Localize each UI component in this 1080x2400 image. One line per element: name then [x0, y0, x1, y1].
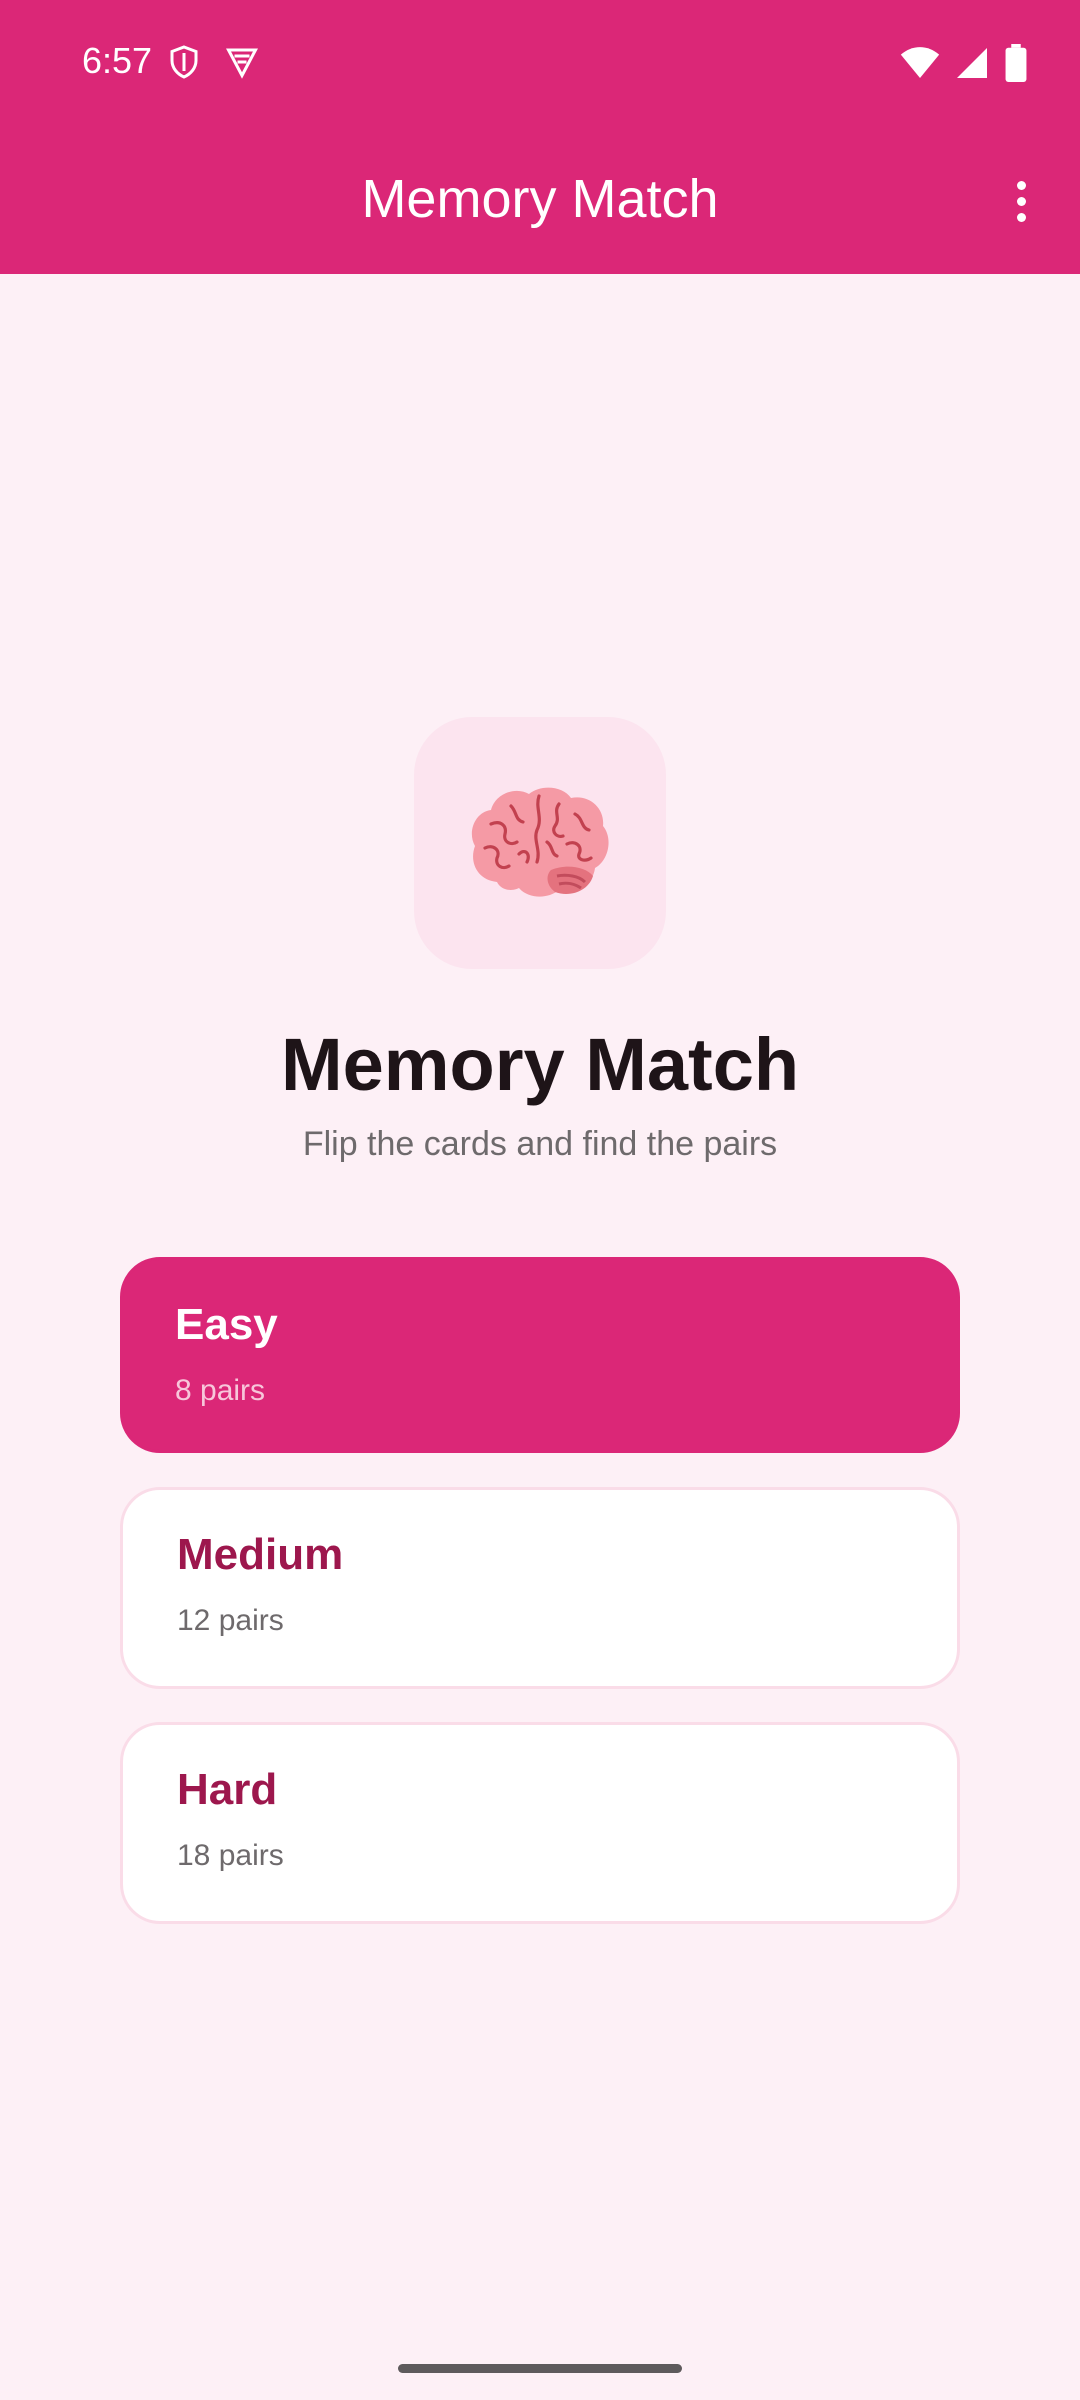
app-bar: Memory Match: [0, 128, 1080, 274]
difficulty-easy-button[interactable]: Easy 8 pairs: [120, 1257, 960, 1453]
difficulty-pairs: 12 pairs: [177, 1604, 284, 1637]
more-vert-icon-dot: [1016, 212, 1026, 222]
battery-icon: [1004, 44, 1028, 87]
hero-title: Memory Match: [280, 1023, 800, 1106]
signal-icon: [954, 45, 990, 86]
difficulty-hard-button[interactable]: Hard 18 pairs: [120, 1722, 960, 1924]
difficulty-label: Hard: [177, 1765, 278, 1814]
difficulty-label: Easy: [175, 1300, 278, 1349]
app-bar-title: Memory Match: [361, 169, 719, 229]
brain-icon: [471, 787, 609, 897]
more-vert-icon-dot: [1016, 196, 1026, 206]
difficulty-pairs: 8 pairs: [175, 1374, 266, 1407]
app-logo-tile: [414, 717, 666, 969]
vpn-icon: [224, 44, 260, 85]
hero-subtitle: Flip the cards and find the pairs: [302, 1125, 778, 1163]
status-right-icons: [900, 44, 1028, 87]
difficulty-label: Medium: [177, 1530, 344, 1579]
status-time: 6:57: [82, 40, 153, 81]
more-vert-icon: [1016, 180, 1026, 190]
wifi-icon: [900, 45, 940, 86]
difficulty-pairs: 18 pairs: [177, 1839, 284, 1872]
difficulty-medium-button[interactable]: Medium 12 pairs: [120, 1487, 960, 1689]
shield-icon: [166, 44, 202, 85]
status-bar: 6:57: [0, 0, 1080, 128]
home-indicator[interactable]: [398, 2364, 682, 2373]
more-options-button[interactable]: [986, 166, 1056, 236]
status-left-icons: [166, 44, 260, 85]
